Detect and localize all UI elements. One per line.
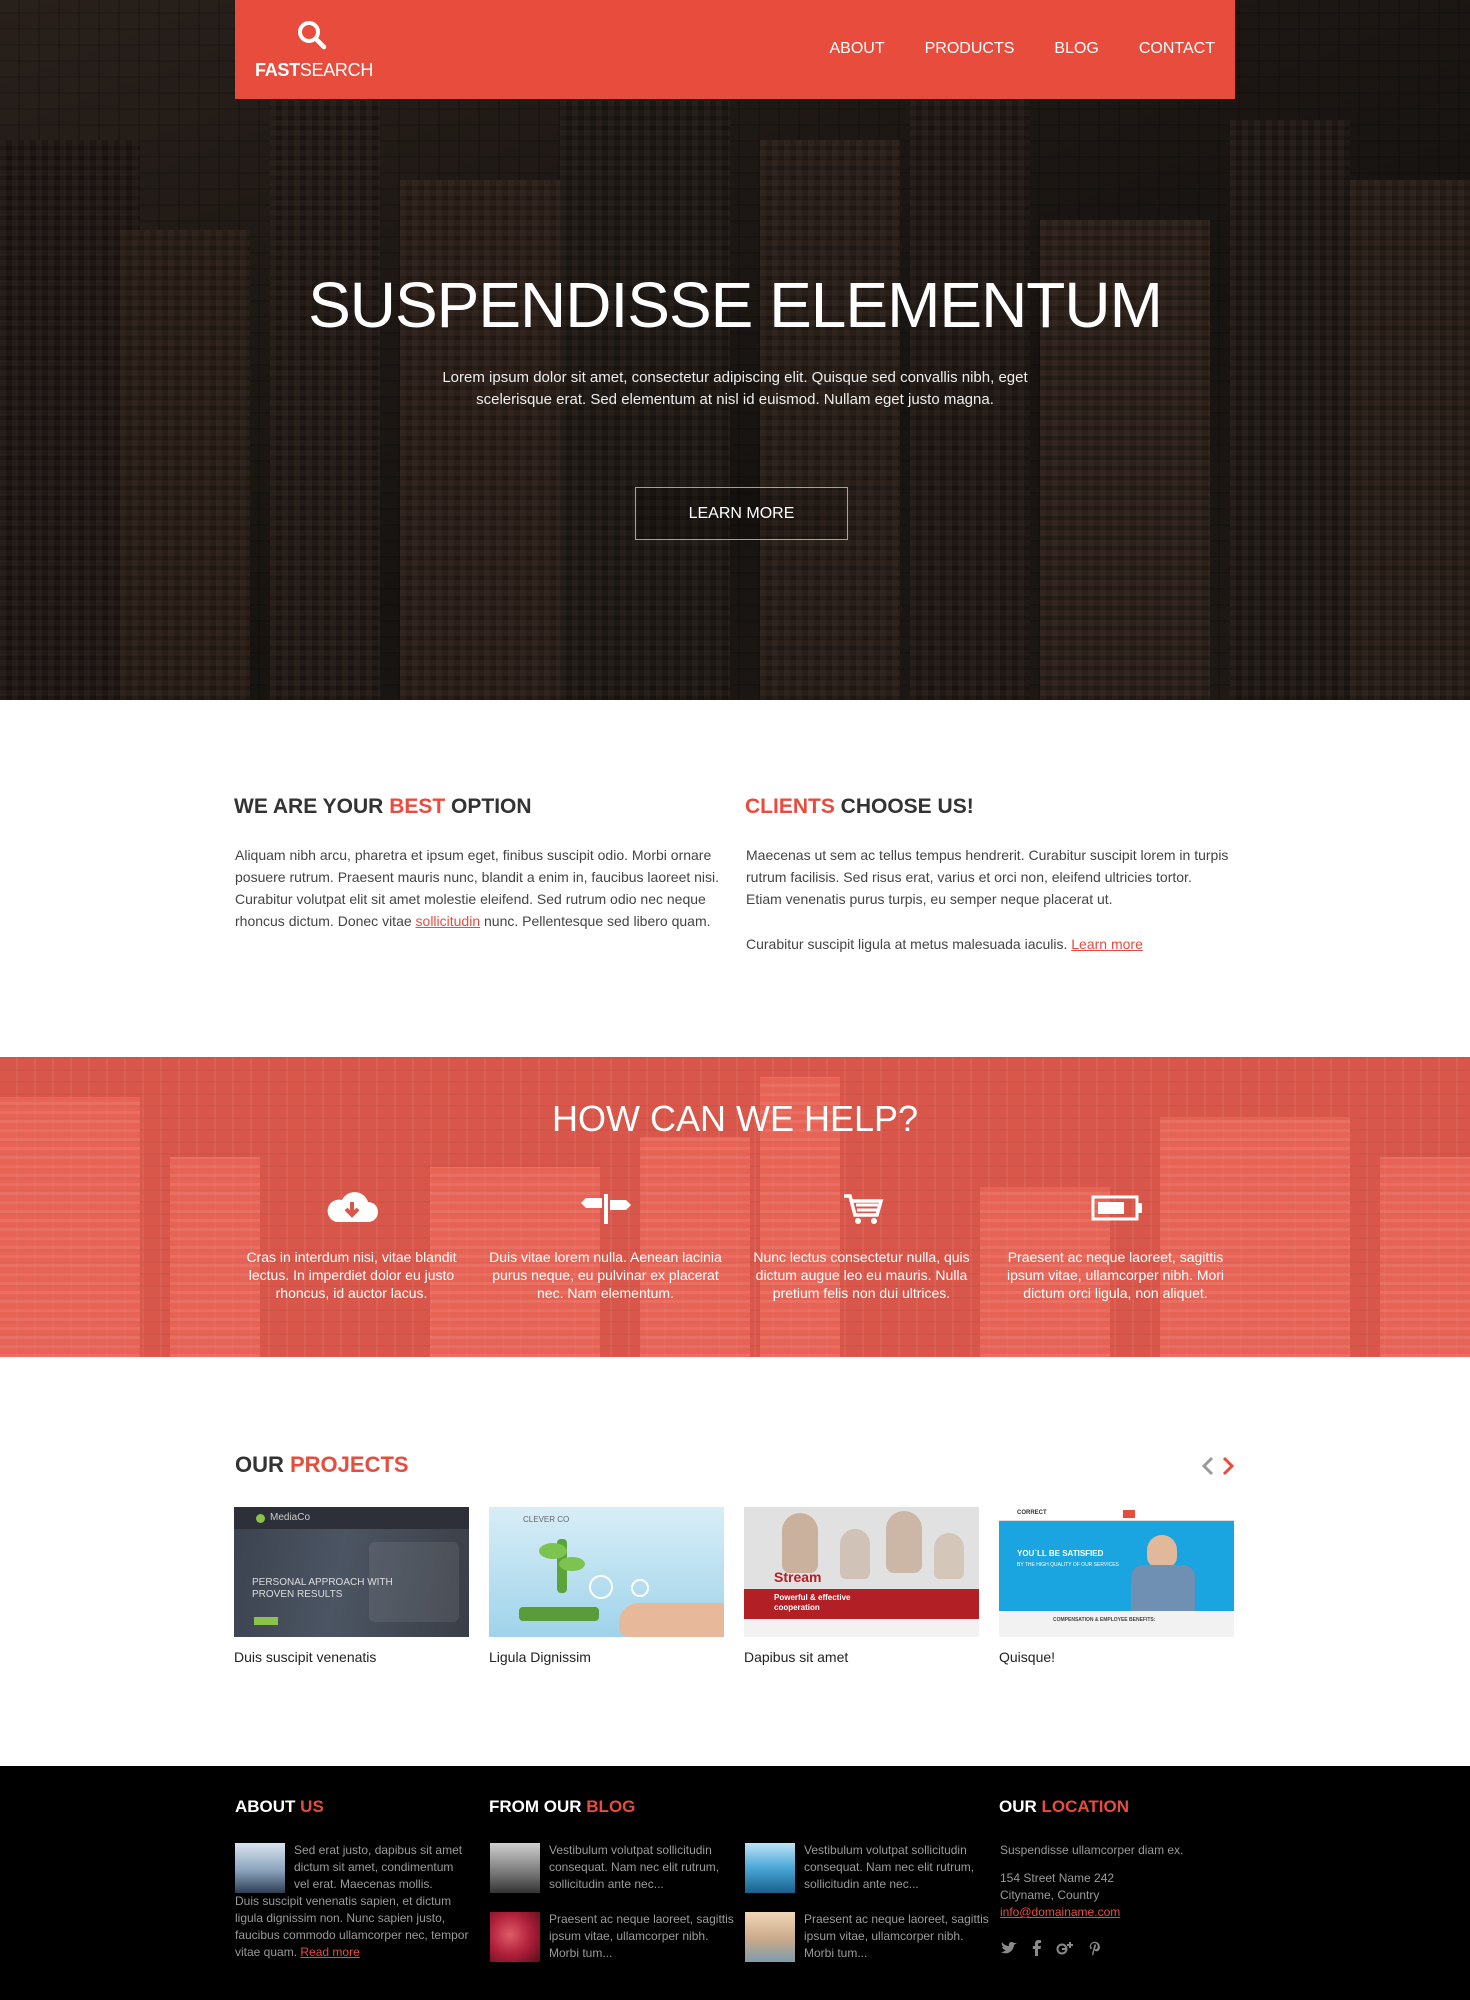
thumb-1-brand: MediaCo [270, 1512, 311, 1523]
project-thumb-3[interactable]: Stream Powerful & effective cooperation [744, 1507, 979, 1637]
prev-arrow-icon[interactable] [1200, 1455, 1216, 1477]
location-address-2: Cityname, Country [1000, 1888, 1100, 1902]
blog-post-1-text[interactable]: Vestibulum volutpat sollicitudin consequ… [549, 1842, 739, 1893]
footer-about-heading: ABOUT US [235, 1797, 324, 1817]
help-text-2: Duis vitae lorem nulla. Aenean lacinia p… [489, 1249, 722, 1301]
learn-more-button[interactable]: LEARN MORE [635, 487, 848, 540]
project-caption-4[interactable]: Quisque! [999, 1649, 1055, 1665]
nav-blog[interactable]: BLOG [1054, 40, 1098, 58]
about-thumb-image [235, 1843, 285, 1893]
hero-title: SUSPENDISSE ELEMENTUM [308, 269, 1163, 341]
best-option-text-b: nunc. Pellentesque sed libero quam. [480, 913, 711, 929]
thumb-1-tagline: PERSONAL APPROACH WITH PROVEN RESULTS [252, 1577, 393, 1601]
blog-post-4-image[interactable] [745, 1912, 795, 1962]
facebook-icon[interactable] [1032, 1940, 1042, 1956]
learn-more-link[interactable]: Learn more [1071, 936, 1143, 952]
help-title: HOW CAN WE HELP? [551, 1098, 919, 1139]
cloud-download-icon [327, 1192, 378, 1222]
thumb-3-tagline: Powerful & effective cooperation [774, 1593, 850, 1613]
thumb-3-brand: Stream [774, 1569, 822, 1585]
nav-contact[interactable]: CONTACT [1139, 40, 1215, 58]
clients-text-2: Curabitur suscipit ligula at metus males… [746, 933, 1231, 955]
thumb-4-tagline: YOU`LL BE SATISFIED BY THE HIGH QUALITY O… [1017, 1549, 1119, 1570]
clients-text: Maecenas ut sem ac tellus tempus hendrer… [746, 847, 1229, 907]
pinterest-icon[interactable] [1088, 1940, 1100, 1956]
hero-text: Lorem ipsum dolor sit amet, consectetur … [442, 369, 1028, 408]
best-option-heading-c: OPTION [445, 795, 532, 818]
nav-products[interactable]: PRODUCTS [925, 40, 1015, 58]
thumb-1-tagline-a: PERSONAL APPROACH WITH [252, 1577, 393, 1588]
main-nav: ABOUT PRODUCTS BLOG CONTACT [829, 40, 1215, 58]
carousel-arrows [1200, 1455, 1236, 1477]
thumb-1-tagline-b: PROVEN RESULTS [252, 1589, 343, 1600]
thumb-4-brand: CORRECT [1017, 1510, 1047, 1516]
footer-about-text-1: Sed erat justo, dapibus sit amet dictum … [294, 1843, 463, 1891]
thumb-4-tagline-b: BY THE HIGH QUALITY OF OUR SERVICES [1017, 1562, 1119, 1568]
logo-light-text: SEARCH [299, 60, 374, 80]
footer-blog-heading: FROM OUR BLOG [489, 1797, 635, 1817]
footer-about-heading-a: ABOUT [235, 1797, 301, 1816]
best-option-heading-a: WE ARE YOUR [234, 795, 390, 818]
blog-post-4-text[interactable]: Praesent ac neque laoreet, sagittis ipsu… [804, 1911, 994, 1962]
project-thumb-2[interactable]: CLEVER CO [489, 1507, 724, 1637]
blog-post-3-image[interactable] [490, 1912, 540, 1962]
nav-about[interactable]: ABOUT [829, 40, 884, 58]
help-text-1: Cras in interdum nisi, vitae blandit lec… [246, 1249, 457, 1301]
project-thumb-4[interactable]: CORRECT YOU`LL BE SATISFIED BY THE HIGH Q… [999, 1507, 1234, 1637]
footer-about-heading-b: US [300, 1797, 324, 1816]
battery-icon [1091, 1195, 1142, 1221]
help-text-4: Praesent ac neque laoreet, sagittis ipsu… [1006, 1249, 1225, 1301]
location-email-line: info@domainame.com [1000, 1904, 1235, 1921]
footer-blog-heading-a: FROM OUR [489, 1797, 587, 1816]
sollicitudin-link[interactable]: sollicitudin [416, 913, 481, 929]
best-option-heading-b: BEST [389, 795, 446, 818]
footer-blog-heading-b: BLOG [586, 1797, 636, 1816]
clients-heading-b: CHOOSE US! [834, 795, 974, 818]
site-header: FASTSEARCH ABOUT PRODUCTS BLOG CONTACT [235, 0, 1235, 99]
signpost-icon [581, 1194, 631, 1224]
social-links [1000, 1940, 1100, 1956]
best-option-text: Aliquam nibh arcu, pharetra et ipsum ege… [235, 844, 720, 932]
footer-location-heading-b: LOCATION [1041, 1797, 1130, 1816]
clients-text-2-a: Curabitur suscipit ligula at metus males… [746, 936, 1072, 952]
thumb-2-brand: CLEVER CO [523, 1515, 570, 1524]
blog-post-1-image[interactable] [490, 1843, 540, 1893]
help-text-3: Nunc lectus consectetur nulla, quis dict… [753, 1249, 970, 1301]
projects-heading: OUR PROJECTS [235, 1452, 409, 1478]
twitter-icon[interactable] [1000, 1941, 1018, 1955]
search-icon[interactable] [297, 20, 327, 50]
next-arrow-icon[interactable] [1220, 1455, 1236, 1477]
location-intro: Suspendisse ullamcorper diam ex. [1000, 1843, 1184, 1857]
blog-post-2-image[interactable] [745, 1843, 795, 1893]
logo-bold-text: FAST [255, 60, 300, 80]
project-caption-2[interactable]: Ligula Dignissim [489, 1649, 591, 1665]
thumb-3-tagline-a: Powerful & effective [774, 1593, 851, 1602]
location-email-link[interactable]: info@domainame.com [1000, 1905, 1120, 1919]
thumb-4-caption-line: COMPENSATION & EMPLOYEE BENEFITS: [1053, 1617, 1156, 1623]
read-more-link[interactable]: Read more [300, 1945, 359, 1959]
location-address-1: 154 Street Name 242 [1000, 1871, 1115, 1885]
blog-post-3-text[interactable]: Praesent ac neque laoreet, sagittis ipsu… [549, 1911, 739, 1962]
cart-icon [844, 1194, 884, 1224]
footer-location-heading-a: OUR [999, 1797, 1042, 1816]
projects-heading-a: OUR [235, 1452, 290, 1477]
clients-heading-a: CLIENTS [745, 795, 835, 818]
thumb-4-tagline-a: YOU`LL BE SATISFIED [1017, 1549, 1104, 1558]
project-caption-3[interactable]: Dapibus sit amet [744, 1649, 848, 1665]
clients-heading: CLIENTS CHOOSE US! [745, 795, 974, 819]
project-caption-1[interactable]: Duis suscipit venenatis [234, 1649, 376, 1665]
best-option-heading: WE ARE YOUR BEST OPTION [234, 795, 532, 819]
project-thumb-1[interactable]: MediaCo PERSONAL APPROACH WITH PROVEN RES… [234, 1507, 469, 1637]
logo[interactable]: FASTSEARCH [255, 60, 373, 81]
thumb-3-tagline-b: cooperation [774, 1603, 820, 1612]
footer-location-heading: OUR LOCATION [999, 1797, 1129, 1817]
google-plus-icon[interactable] [1056, 1940, 1074, 1956]
blog-post-2-text[interactable]: Vestibulum volutpat sollicitudin consequ… [804, 1842, 994, 1893]
footer-about-text-2: Duis suscipit venenatis sapien, et dictu… [235, 1893, 472, 1961]
hero-section [0, 0, 1470, 700]
projects-heading-b: PROJECTS [290, 1452, 409, 1477]
